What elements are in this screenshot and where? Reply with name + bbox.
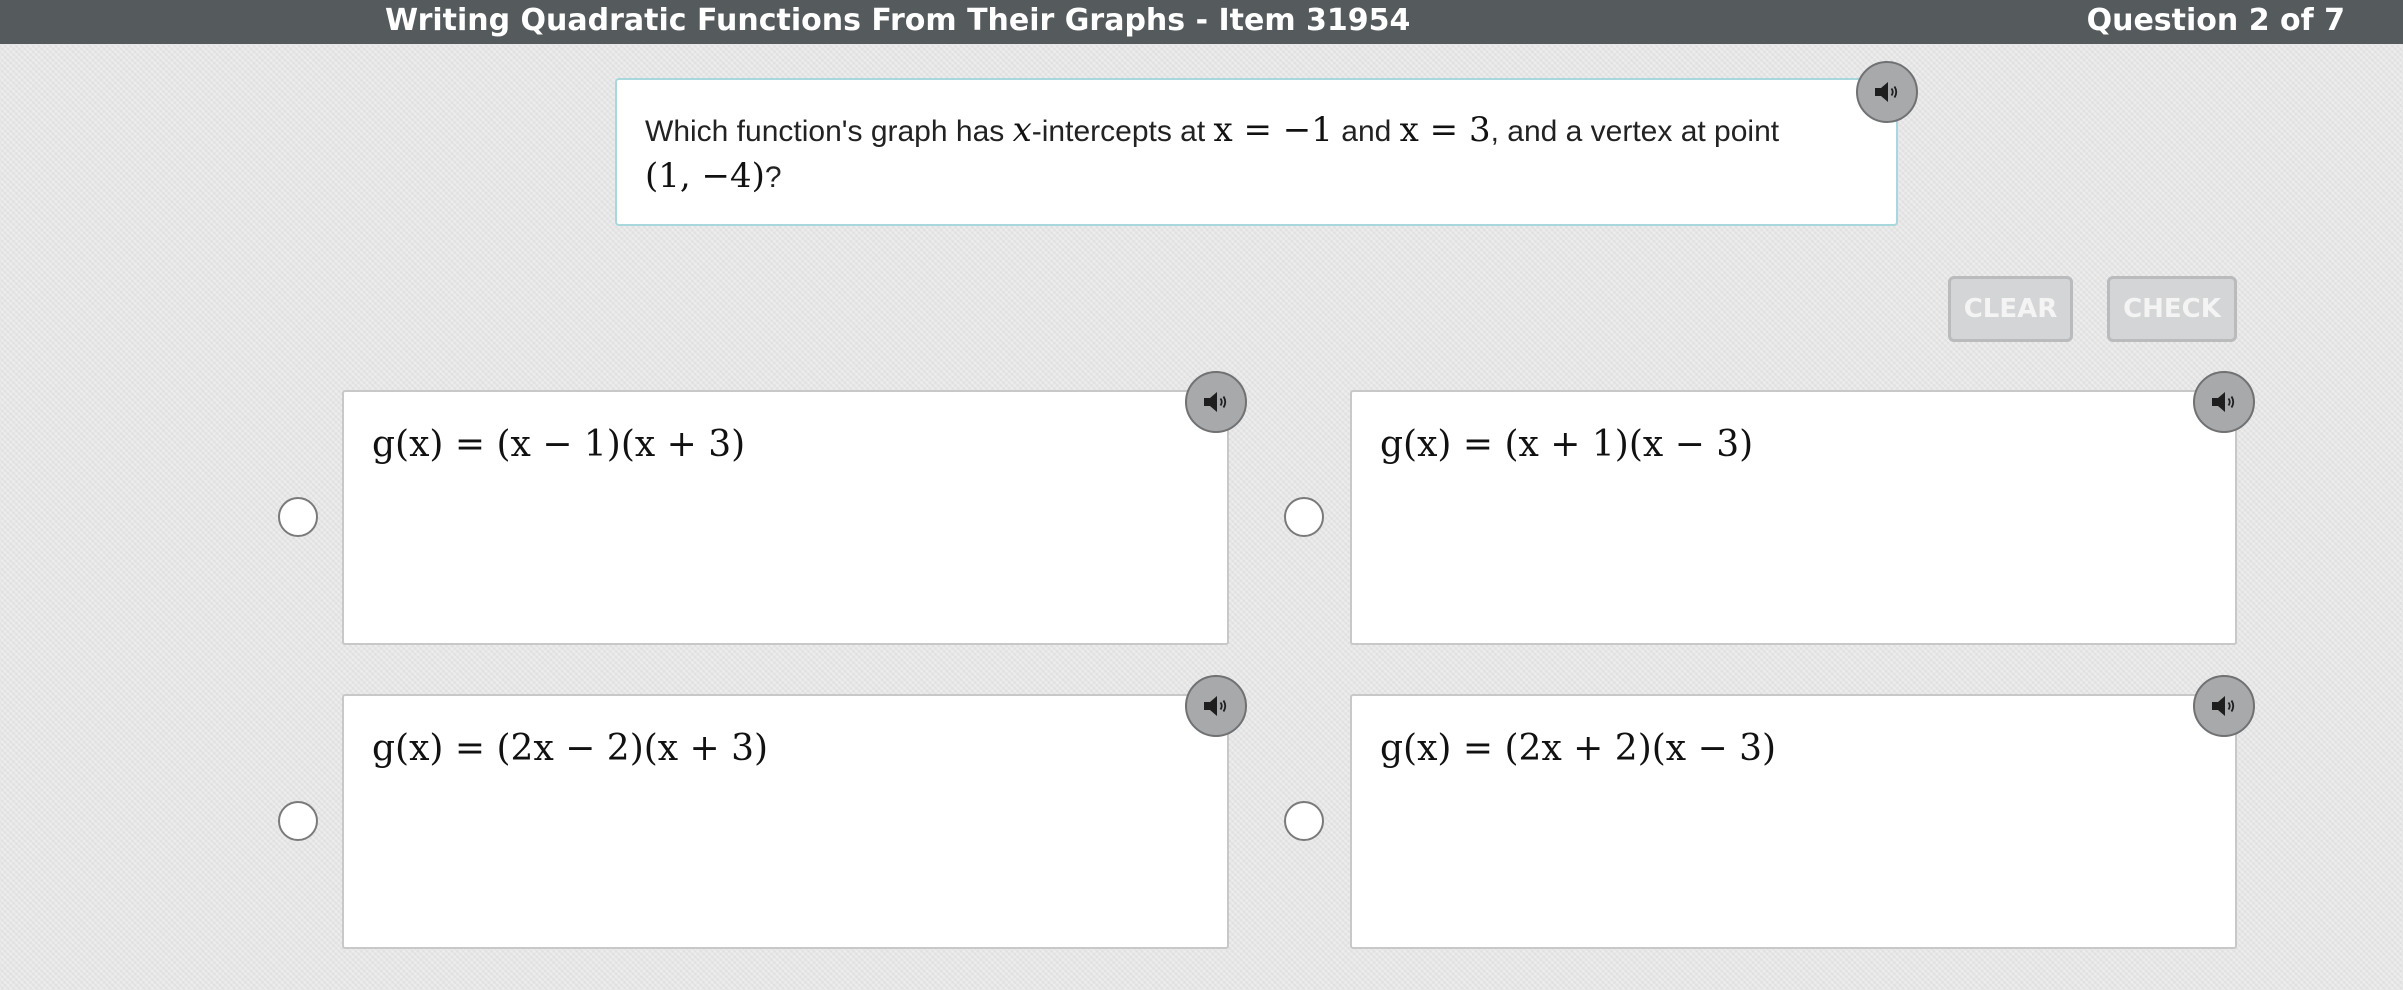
answer-choice-2[interactable]: g(x) = (x + 1)(x − 3): [1350, 390, 2237, 645]
choice-radio-1[interactable]: [278, 497, 318, 537]
speaker-icon: [2210, 390, 2238, 414]
choice-formula: g(x) = (x + 1)(x − 3): [1380, 424, 1754, 465]
question-text: , and a vertex at point: [1490, 115, 1780, 148]
page-title: Writing Quadratic Functions From Their G…: [385, 3, 1411, 38]
question-text: -intercepts at: [1031, 115, 1214, 148]
speaker-icon: [2210, 694, 2238, 718]
choice-1-audio-button[interactable]: [1185, 371, 1247, 433]
question-math-intercept-1: x = −1: [1213, 110, 1333, 150]
question-math-x: x: [1012, 110, 1032, 150]
question-prompt: Which function's graph has x-intercepts …: [615, 78, 1898, 226]
choice-formula: g(x) = (2x + 2)(x − 3): [1380, 728, 1777, 769]
choice-radio-2[interactable]: [1284, 497, 1324, 537]
question-counter: Question 2 of 7: [2086, 3, 2345, 38]
choice-radio-4[interactable]: [1284, 801, 1324, 841]
choice-formula: g(x) = (2x − 2)(x + 3): [372, 728, 769, 769]
header-bar: Writing Quadratic Functions From Their G…: [0, 0, 2403, 44]
check-button[interactable]: CHECK: [2107, 276, 2237, 342]
question-math-vertex: (1, −4): [645, 156, 765, 196]
clear-button[interactable]: CLEAR: [1948, 276, 2073, 342]
choice-4-audio-button[interactable]: [2193, 675, 2255, 737]
question-audio-button[interactable]: [1856, 61, 1918, 123]
choice-3-audio-button[interactable]: [1185, 675, 1247, 737]
question-text: Which function's graph has: [645, 115, 1013, 148]
choice-formula: g(x) = (x − 1)(x + 3): [372, 424, 746, 465]
speaker-icon: [1202, 694, 1230, 718]
question-text: and: [1332, 115, 1400, 148]
choice-2-audio-button[interactable]: [2193, 371, 2255, 433]
speaker-icon: [1873, 80, 1901, 104]
answer-choice-1[interactable]: g(x) = (x − 1)(x + 3): [342, 390, 1229, 645]
choice-radio-3[interactable]: [278, 801, 318, 841]
question-text: ?: [764, 161, 782, 194]
speaker-icon: [1202, 390, 1230, 414]
question-math-intercept-2: x = 3: [1399, 110, 1491, 150]
answer-choice-4[interactable]: g(x) = (2x + 2)(x − 3): [1350, 694, 2237, 949]
answer-choice-3[interactable]: g(x) = (2x − 2)(x + 3): [342, 694, 1229, 949]
